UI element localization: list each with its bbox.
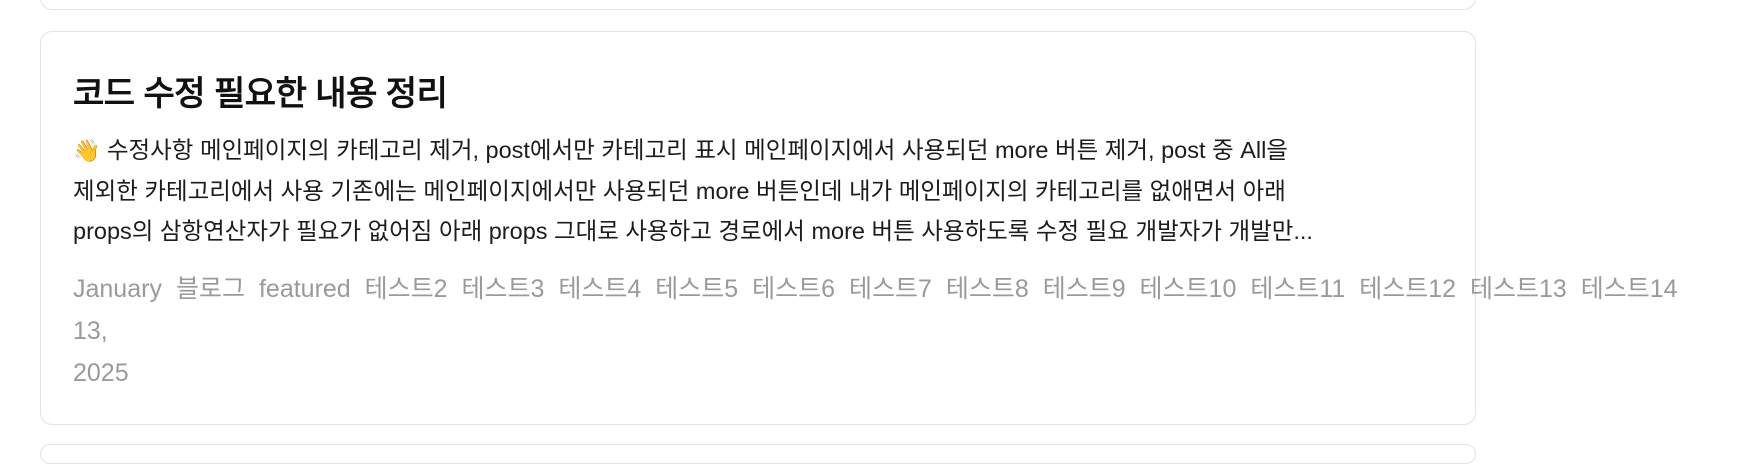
tag[interactable]: 테스트5 — [655, 275, 738, 303]
tag[interactable]: 테스트12 — [1359, 275, 1456, 303]
tag[interactable]: 테스트7 — [849, 275, 932, 303]
tag[interactable]: 테스트14 — [1581, 275, 1678, 303]
waving-hand-icon: 👋 — [73, 138, 101, 163]
tag[interactable]: 테스트13 — [1470, 275, 1567, 303]
excerpt-line-3: props의 삼항연산자가 필요가 없어짐 아래 props 그대로 사용하고 … — [73, 218, 1313, 244]
tag[interactable]: 테스트6 — [752, 275, 835, 303]
date-year: 2025 — [73, 359, 129, 387]
excerpt-line-2: 제외한 카테고리에서 사용 기존에는 메인페이지에서만 사용되던 more 버튼… — [73, 178, 1286, 204]
tag[interactable]: featured — [259, 275, 351, 303]
post-excerpt: 👋 수정사항 메인페이지의 카테고리 제거, post에서만 카테고리 표시 메… — [73, 130, 1453, 251]
tag[interactable]: 테스트2 — [365, 275, 448, 303]
post-card[interactable]: 코드 수정 필요한 내용 정리 👋 수정사항 메인페이지의 카테고리 제거, p… — [40, 31, 1678, 425]
excerpt-line-1: 👋 수정사항 메인페이지의 카테고리 제거, post에서만 카테고리 표시 메… — [73, 137, 1288, 163]
tag[interactable]: 테스트3 — [462, 275, 545, 303]
next-post-card[interactable] — [40, 444, 1476, 464]
tag[interactable]: 테스트8 — [946, 275, 1029, 303]
tag[interactable]: 테스트11 — [1250, 275, 1345, 303]
tag[interactable]: 블로그 — [176, 275, 245, 303]
post-title[interactable]: 코드 수정 필요한 내용 정리 — [73, 66, 448, 115]
previous-post-card[interactable] — [40, 0, 1476, 10]
date-day: 13, — [73, 317, 108, 345]
post-tags: 블로그 featured 테스트2 테스트3 테스트4 테스트5 테스트6 테스… — [73, 268, 1685, 310]
tag[interactable]: 테스트10 — [1140, 275, 1237, 303]
tag[interactable]: 테스트9 — [1043, 275, 1126, 303]
tag[interactable]: 테스트4 — [558, 275, 641, 303]
